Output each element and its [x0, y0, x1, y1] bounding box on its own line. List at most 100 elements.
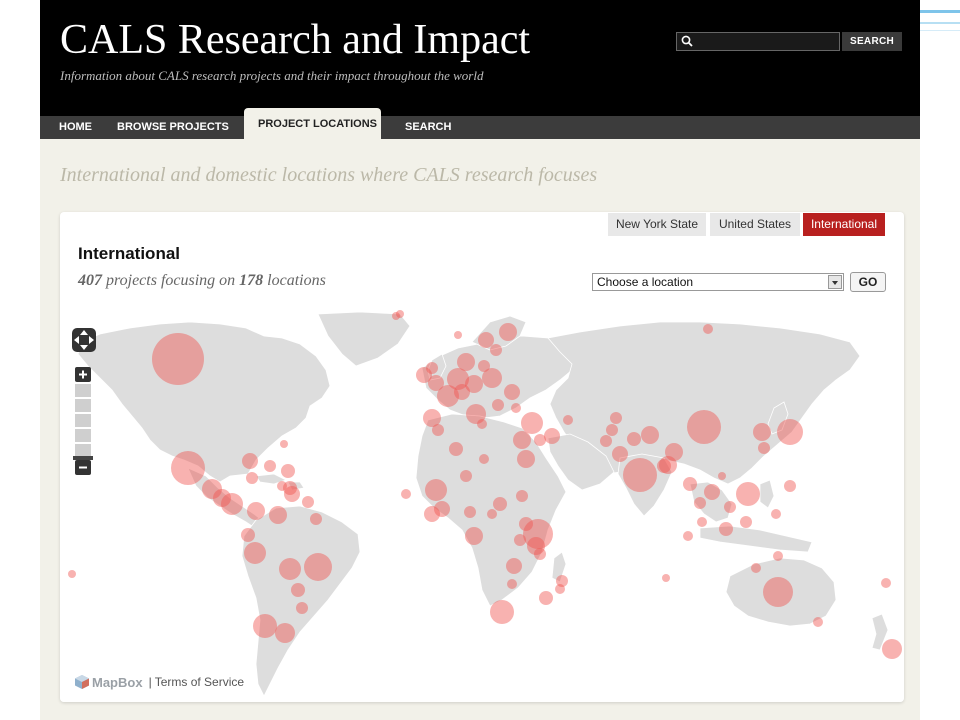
location-marker[interactable]: [777, 419, 803, 445]
location-marker[interactable]: [465, 375, 483, 393]
location-marker[interactable]: [281, 464, 295, 478]
location-marker[interactable]: [513, 431, 531, 449]
location-marker[interactable]: [499, 323, 517, 341]
location-marker[interactable]: [280, 440, 288, 448]
tab-united-states[interactable]: United States: [710, 213, 800, 236]
location-marker[interactable]: [493, 497, 507, 511]
pan-arrows-icon[interactable]: [72, 328, 96, 352]
location-marker[interactable]: [401, 489, 411, 499]
location-marker[interactable]: [269, 506, 287, 524]
location-marker[interactable]: [694, 497, 706, 509]
location-marker[interactable]: [504, 384, 520, 400]
location-marker[interactable]: [641, 426, 659, 444]
location-marker[interactable]: [784, 480, 796, 492]
location-marker[interactable]: [881, 578, 891, 588]
location-marker[interactable]: [539, 591, 553, 605]
nav-browse-projects[interactable]: BROWSE PROJECTS: [117, 116, 229, 139]
location-marker[interactable]: [221, 493, 243, 515]
location-marker[interactable]: [279, 558, 301, 580]
location-marker[interactable]: [478, 332, 494, 348]
nav-project-locations[interactable]: PROJECT LOCATIONS: [244, 108, 381, 139]
location-marker[interactable]: [665, 443, 683, 461]
location-marker[interactable]: [454, 331, 462, 339]
location-marker[interactable]: [246, 472, 258, 484]
location-marker[interactable]: [477, 419, 487, 429]
location-marker[interactable]: [68, 570, 76, 578]
location-marker[interactable]: [310, 513, 322, 525]
location-marker[interactable]: [882, 639, 902, 659]
location-marker[interactable]: [771, 509, 781, 519]
location-marker[interactable]: [612, 446, 628, 462]
location-marker[interactable]: [516, 490, 528, 502]
location-marker[interactable]: [724, 501, 736, 513]
location-marker[interactable]: [392, 312, 400, 320]
site-title[interactable]: CALS Research and Impact: [60, 16, 530, 64]
tab-international[interactable]: International: [803, 213, 885, 236]
location-marker[interactable]: [517, 450, 535, 468]
location-marker[interactable]: [773, 551, 783, 561]
location-marker[interactable]: [763, 577, 793, 607]
nav-home[interactable]: HOME: [59, 116, 92, 139]
location-marker[interactable]: [514, 534, 526, 546]
location-marker[interactable]: [171, 451, 205, 485]
location-marker[interactable]: [264, 460, 276, 472]
location-marker[interactable]: [511, 403, 521, 413]
go-button[interactable]: GO: [850, 272, 886, 292]
location-marker[interactable]: [426, 362, 438, 374]
location-marker[interactable]: [534, 548, 546, 560]
location-marker[interactable]: [600, 435, 612, 447]
location-marker[interactable]: [464, 506, 476, 518]
location-marker[interactable]: [432, 424, 444, 436]
location-marker[interactable]: [490, 600, 514, 624]
location-marker[interactable]: [813, 617, 823, 627]
location-marker[interactable]: [291, 583, 305, 597]
location-marker[interactable]: [507, 579, 517, 589]
terms-of-service-link[interactable]: Terms of Service: [155, 675, 244, 689]
nav-search[interactable]: SEARCH: [405, 116, 451, 139]
location-marker[interactable]: [563, 415, 573, 425]
search-input[interactable]: [695, 33, 839, 50]
zoom-out-button[interactable]: [75, 460, 91, 475]
zoom-in-button[interactable]: [75, 367, 91, 382]
location-marker[interactable]: [719, 522, 733, 536]
location-marker[interactable]: [296, 602, 308, 614]
location-marker[interactable]: [657, 459, 671, 473]
chevron-down-icon[interactable]: [828, 275, 842, 289]
location-marker[interactable]: [304, 553, 332, 581]
location-marker[interactable]: [703, 324, 713, 334]
location-marker[interactable]: [687, 410, 721, 444]
location-marker[interactable]: [683, 531, 693, 541]
location-marker[interactable]: [275, 623, 295, 643]
world-map[interactable]: MapBox | Terms of Service: [60, 308, 904, 702]
location-marker[interactable]: [718, 472, 726, 480]
location-marker[interactable]: [506, 558, 522, 574]
location-marker[interactable]: [555, 584, 565, 594]
location-marker[interactable]: [253, 614, 277, 638]
location-marker[interactable]: [704, 484, 720, 500]
location-marker[interactable]: [277, 481, 287, 491]
location-marker[interactable]: [736, 482, 760, 506]
location-marker[interactable]: [544, 428, 560, 444]
map-canvas[interactable]: [60, 308, 904, 702]
location-marker[interactable]: [753, 423, 771, 441]
search-button[interactable]: SEARCH: [842, 32, 902, 51]
location-marker[interactable]: [627, 432, 641, 446]
location-marker[interactable]: [241, 528, 255, 542]
location-marker[interactable]: [740, 516, 752, 528]
location-marker[interactable]: [460, 470, 472, 482]
location-marker[interactable]: [425, 479, 447, 501]
location-marker[interactable]: [697, 517, 707, 527]
zoom-slider[interactable]: [73, 384, 93, 460]
location-marker[interactable]: [521, 412, 543, 434]
location-marker[interactable]: [302, 496, 314, 508]
location-marker[interactable]: [683, 477, 697, 491]
location-marker[interactable]: [247, 502, 265, 520]
location-marker[interactable]: [606, 424, 618, 436]
location-select[interactable]: Choose a location: [592, 273, 844, 291]
location-marker[interactable]: [465, 527, 483, 545]
location-marker[interactable]: [490, 344, 502, 356]
location-marker[interactable]: [662, 574, 670, 582]
location-marker[interactable]: [242, 453, 258, 469]
location-marker[interactable]: [479, 454, 489, 464]
search-box[interactable]: [676, 32, 840, 51]
